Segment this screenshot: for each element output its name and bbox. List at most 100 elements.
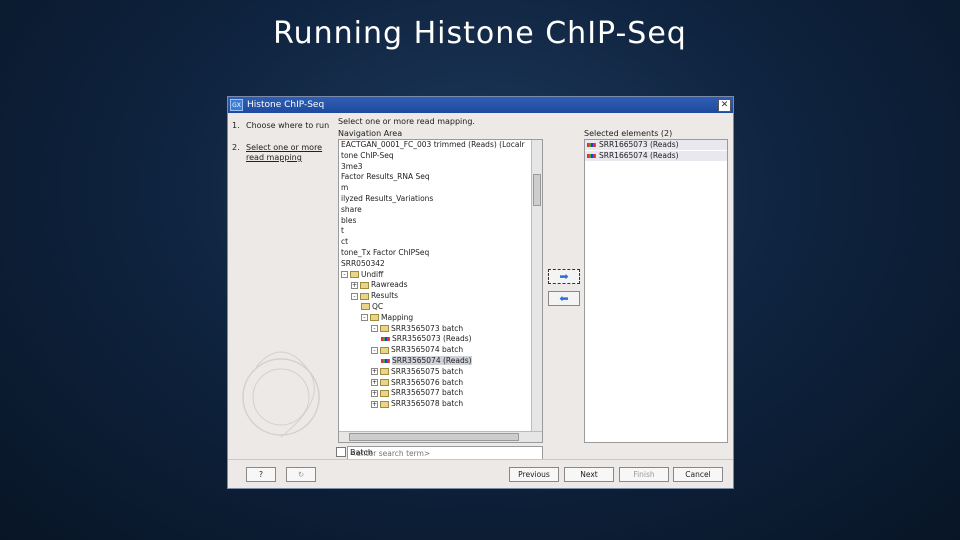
tree-row[interactable]: t [339, 226, 542, 237]
tree-row[interactable]: SRR3565074 (Reads) [339, 355, 542, 367]
vertical-scrollbar[interactable] [531, 140, 542, 442]
batch-checkbox[interactable] [336, 447, 346, 457]
window-title: Histone ChIP-Seq [247, 100, 325, 110]
tree-row[interactable]: - SRR3565074 batch [339, 345, 542, 356]
step-select-mapping[interactable]: 2. Select one or more read mapping [232, 143, 332, 163]
navigation-area-label: Navigation Area [338, 129, 403, 138]
tree-row[interactable]: + SRR3565075 batch [339, 367, 542, 378]
arrow-left-icon: ⬅ [559, 292, 569, 305]
tree-row-label: ct [341, 237, 349, 247]
search-input[interactable] [347, 446, 543, 460]
tree-row[interactable]: share [339, 205, 542, 216]
wizard-steps: 1. Choose where to run 2. Select one or … [232, 121, 332, 175]
folder-icon [370, 314, 379, 322]
collapse-icon[interactable]: - [341, 271, 348, 279]
finish-button[interactable]: Finish [619, 467, 669, 482]
tree-row[interactable]: tone ChIP-Seq [339, 151, 542, 162]
reads-icon [587, 154, 596, 158]
tree-row-label: SRR3565074 (Reads) [392, 355, 472, 365]
expand-icon[interactable]: + [371, 379, 378, 387]
tree-row[interactable]: tone_Tx Factor ChIPSeq [339, 248, 542, 259]
tree-row[interactable]: + SRR3565077 batch [339, 388, 542, 399]
tree-row[interactable]: - Mapping [339, 313, 542, 324]
help-button[interactable]: ? [246, 467, 276, 482]
expand-icon[interactable]: + [351, 281, 358, 289]
tree-row-label: m [341, 183, 349, 193]
tree-row-label: bles [341, 215, 357, 225]
tree-row[interactable]: ilyzed Results_Variations [339, 194, 542, 205]
navigation-tree[interactable]: EACTGAN_0001_FC_003 trimmed (Reads) (Loc… [338, 139, 543, 443]
reads-icon [587, 143, 596, 147]
main-panel: Select one or more read mapping. Navigat… [336, 117, 730, 462]
tree-row[interactable]: - Undiff [339, 270, 542, 281]
close-icon[interactable]: ✕ [718, 98, 731, 112]
previous-button[interactable]: Previous [509, 467, 559, 482]
tree-row-label: share [341, 204, 362, 214]
list-item[interactable]: SRR1665073 (Reads) [585, 140, 727, 151]
folder-icon [360, 292, 369, 300]
tree-row-label: SRR3565075 batch [391, 366, 464, 376]
scroll-thumb[interactable] [533, 174, 541, 206]
tree-row[interactable]: EACTGAN_0001_FC_003 trimmed (Reads) (Loc… [339, 140, 542, 151]
tree-row-label: SRR3565076 batch [391, 377, 464, 387]
next-button[interactable]: Next [564, 467, 614, 482]
folder-icon [380, 346, 389, 354]
window-titlebar: GX Histone ChIP-Seq ✕ [228, 97, 733, 113]
reset-button[interactable]: ↻ [286, 467, 316, 482]
tree-row-label: Undiff [361, 269, 384, 279]
tree-row[interactable]: + Rawreads [339, 280, 542, 291]
expand-icon[interactable]: + [371, 389, 378, 397]
expand-icon[interactable]: + [371, 400, 378, 408]
tree-row[interactable]: 3me3 [339, 162, 542, 173]
cancel-button[interactable]: Cancel [673, 467, 723, 482]
tree-row[interactable]: + SRR3565078 batch [339, 399, 542, 410]
tree-row[interactable]: - Results [339, 291, 542, 302]
tree-row-label: ilyzed Results_Variations [341, 193, 434, 203]
reads-icon [381, 358, 390, 363]
instruction-text: Select one or more read mapping. [338, 117, 475, 126]
folder-icon [380, 368, 389, 376]
tree-row-label: SRR050342 [341, 258, 385, 268]
tree-row-label: SRR3565077 batch [391, 388, 464, 398]
reads-icon [381, 337, 390, 342]
step-label: Choose where to run [246, 121, 330, 130]
add-to-selection-button[interactable]: ➡ [548, 269, 580, 284]
tree-row-label: EACTGAN_0001_FC_003 trimmed (Reads) (Loc… [341, 140, 525, 149]
tree-row-label: Rawreads [371, 280, 408, 290]
tree-row-label: SRR3565073 batch [391, 323, 464, 333]
collapse-icon[interactable]: - [351, 292, 358, 300]
tree-row-label: SRR3565073 (Reads) [392, 334, 472, 344]
collapse-icon[interactable]: - [371, 346, 378, 354]
arrow-right-icon: ➡ [559, 270, 569, 283]
collapse-icon[interactable]: - [361, 314, 368, 322]
selected-elements-list[interactable]: SRR1665073 (Reads) SRR1665074 (Reads) [584, 139, 728, 443]
tree-row-label: Factor Results_RNA Seq [341, 172, 430, 182]
list-item-label: SRR1665074 (Reads) [599, 151, 679, 160]
tree-row[interactable]: SRR050342 [339, 259, 542, 270]
expand-icon[interactable]: + [371, 368, 378, 376]
tree-row[interactable]: bles [339, 216, 542, 227]
scroll-thumb[interactable] [349, 433, 519, 441]
step-choose-where[interactable]: 1. Choose where to run [232, 121, 332, 131]
tree-row[interactable]: ct [339, 237, 542, 248]
batch-label: Batch [350, 447, 373, 457]
folder-icon [380, 325, 389, 333]
tree-row[interactable]: Factor Results_RNA Seq [339, 172, 542, 183]
tree-row[interactable]: m [339, 183, 542, 194]
step-number: 1. [232, 121, 240, 130]
tree-row-label: t [341, 226, 344, 236]
list-item[interactable]: SRR1665074 (Reads) [585, 151, 727, 162]
folder-icon [350, 271, 359, 279]
horizontal-scrollbar[interactable] [339, 431, 542, 442]
remove-from-selection-button[interactable]: ⬅ [548, 291, 580, 306]
wizard-button-bar: ? ↻ Previous Next Finish Cancel [228, 459, 733, 488]
tree-row-label: tone ChIP-Seq [341, 150, 394, 160]
selected-elements-label: Selected elements (2) [584, 129, 673, 138]
tree-row[interactable]: + SRR3565076 batch [339, 378, 542, 389]
tree-row[interactable]: - SRR3565073 batch [339, 324, 542, 335]
tree-row[interactable]: QC [339, 302, 542, 313]
tree-row[interactable]: SRR3565073 (Reads) [339, 334, 542, 345]
tree-row-label: SRR3565078 batch [391, 399, 464, 409]
collapse-icon[interactable]: - [371, 325, 378, 333]
tree-row-label: SRR3565074 batch [391, 345, 464, 355]
